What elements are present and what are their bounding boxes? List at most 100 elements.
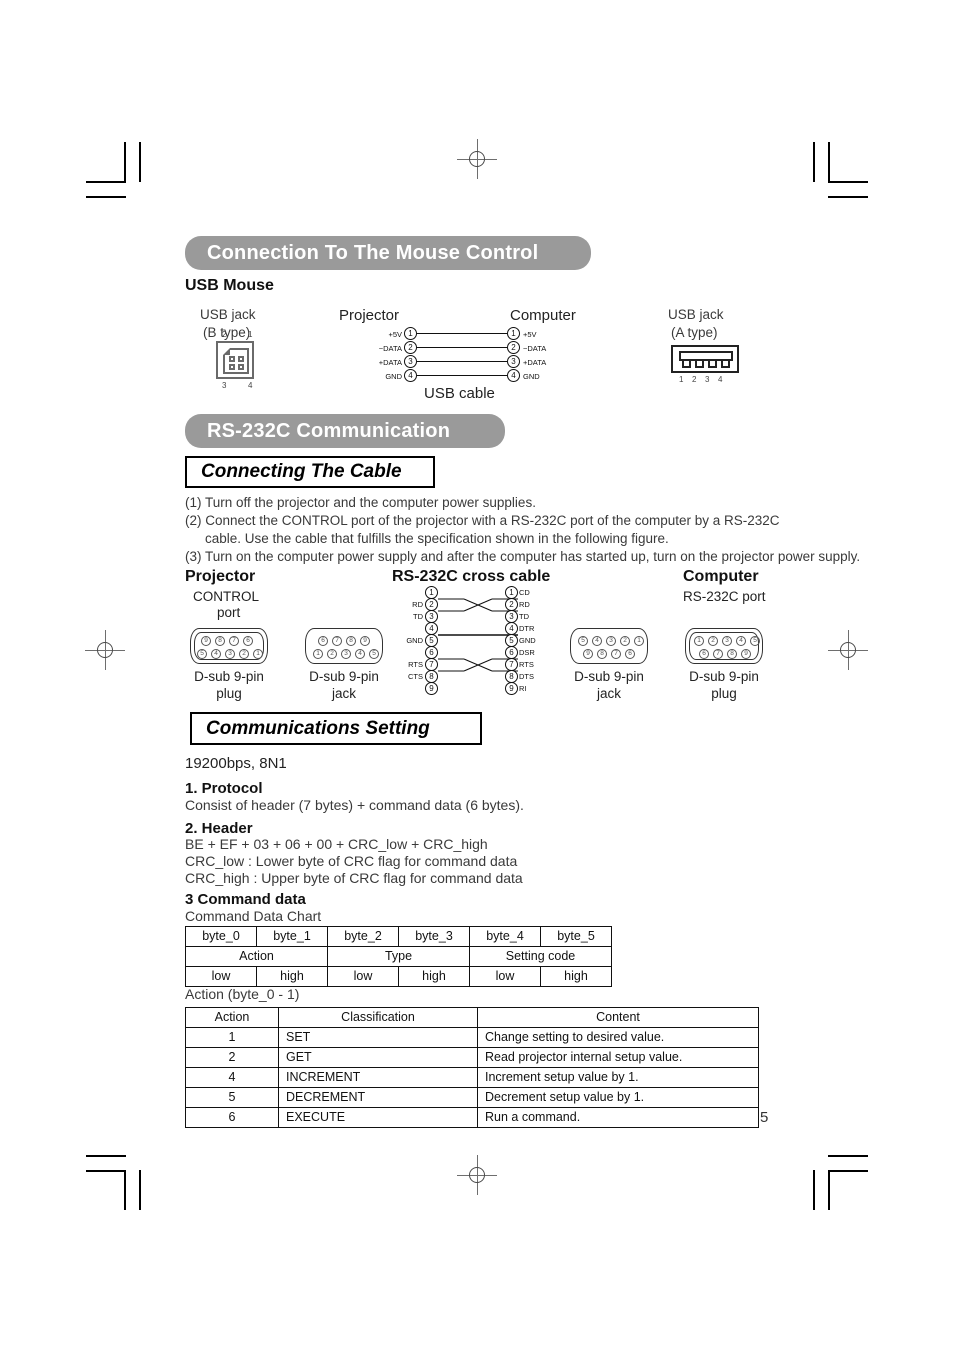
- usb-left-signal-3: +DATA: [378, 358, 402, 367]
- crop-mark-top-left-v: [124, 142, 126, 182]
- content-cell: Increment setup value by 1.: [477, 1067, 759, 1088]
- connecting-step-2: (2) Connect the CONTROL port of the proj…: [185, 513, 780, 528]
- table-row: 6 EXECUTE Run a command.: [185, 1107, 759, 1128]
- table-row: Action Type Setting code: [185, 946, 612, 967]
- action-table: Action Classification Content 1 SET Chan…: [185, 1007, 759, 1128]
- dsub-connector-3-caption: D-sub 9-pin jack: [556, 668, 662, 702]
- usb-jack-b-pin-2: 2: [222, 330, 227, 339]
- action-cell: 4: [185, 1067, 279, 1088]
- classification-cell: SET: [278, 1027, 478, 1048]
- crop-mark-bottom-right-h: [828, 1170, 868, 1172]
- chart-byte-cell: byte_2: [327, 926, 399, 947]
- crop-mark-bottom-right-v2: [813, 1170, 815, 1210]
- usb-jack-a-connector: [671, 345, 739, 373]
- chart-byte-cell: byte_4: [469, 926, 541, 947]
- dsub2-bottom-pin: 4: [355, 649, 365, 659]
- communications-setting-heading: Communications Setting: [190, 712, 482, 745]
- chart-byte-cell: byte_5: [540, 926, 612, 947]
- crop-mark-bottom-right-h2: [828, 1155, 868, 1157]
- classification-cell: GET: [278, 1047, 478, 1068]
- usb-jack-b-label-line2: (B type): [203, 325, 251, 340]
- dsub1-bottom-pin: 3: [225, 649, 235, 659]
- usb-left-pin-1: 1: [404, 327, 417, 340]
- dsub2-bottom-pin: 2: [327, 649, 337, 659]
- classification-cell: DECREMENT: [278, 1087, 478, 1108]
- crop-mark-top-left-h2: [86, 196, 126, 198]
- dsub3-top-pin: 1: [634, 636, 644, 646]
- dsub1-top-pin: 6: [243, 636, 253, 646]
- dsub4-top-pin: 1: [694, 636, 704, 646]
- chart-byte-cell: byte_0: [185, 926, 257, 947]
- dsub3-caption-line2: jack: [596, 686, 621, 701]
- header-heading: 2. Header: [185, 820, 253, 837]
- action-cell: 5: [185, 1087, 279, 1108]
- usb-right-device-label: Computer: [510, 307, 576, 324]
- table-row: byte_0 byte_1 byte_2 byte_3 byte_4 byte_…: [185, 926, 612, 947]
- dsub2-top-pin: 7: [332, 636, 342, 646]
- dsub4-top-pin: 3: [722, 636, 732, 646]
- dsub1-bottom-pin: 1: [253, 649, 263, 659]
- dsub4-top-pin: 4: [736, 636, 746, 646]
- dsub2-bottom-pin: 3: [341, 649, 351, 659]
- dsub3-top-pin: 3: [606, 636, 616, 646]
- chart-lowhigh-cell: low: [185, 966, 257, 987]
- usb-jack-b-pin-4: 4: [248, 381, 253, 390]
- baud-rate-line: 19200bps, 8N1: [185, 755, 287, 772]
- table-row: 1 SET Change setting to desired value.: [185, 1027, 759, 1048]
- cross-left-signal-8: CTS: [408, 672, 423, 681]
- usb-right-signal-1: +5V: [523, 330, 537, 339]
- table-row: 2 GET Read projector internal setup valu…: [185, 1047, 759, 1068]
- dsub3-bottom-pin: 6: [625, 649, 635, 659]
- classification-col-header: Classification: [278, 1007, 478, 1028]
- action-cell: 2: [185, 1047, 279, 1068]
- dsub2-caption-line2: jack: [331, 686, 356, 701]
- usb-jack-a-pin-1: 1: [679, 375, 684, 384]
- registration-mark-left: [85, 630, 125, 670]
- document-page: Connection To The Mouse Control USB Mous…: [0, 0, 954, 1351]
- usb-right-pin-2: 2: [507, 341, 520, 354]
- dsub4-bottom-pin: 6: [699, 649, 709, 659]
- rs232c-port-label: RS-232C port: [683, 589, 766, 604]
- usb-left-signal-1: +5V: [388, 330, 402, 339]
- chart-lowhigh-cell: high: [256, 966, 328, 987]
- command-data-chart-label: Command Data Chart: [185, 908, 322, 924]
- cross-left-signal-3: TD: [413, 612, 423, 621]
- dsub2-caption-line1: D-sub 9-pin: [309, 669, 379, 684]
- registration-mark-top: [457, 139, 497, 179]
- action-cell: 6: [185, 1107, 279, 1128]
- crop-mark-top-right-h2: [828, 196, 868, 198]
- header-line-1: BE + EF + 03 + 06 + 00 + CRC_low + CRC_h…: [185, 836, 488, 852]
- usb-right-pin-1: 1: [507, 327, 520, 340]
- content-cell: Read projector internal setup value.: [477, 1047, 759, 1068]
- usb-wire-2: [417, 347, 507, 348]
- crop-mark-top-right-h: [828, 181, 868, 183]
- classification-cell: INCREMENT: [278, 1067, 478, 1088]
- usb-jack-b-pin-1: 1: [248, 330, 253, 339]
- connecting-the-cable-heading: Connecting The Cable: [185, 456, 435, 488]
- crop-mark-bottom-left-h: [86, 1170, 126, 1172]
- dsub1-bottom-pin: 2: [239, 649, 249, 659]
- chart-group-cell: Action: [185, 946, 328, 967]
- header-line-3: CRC_high : Upper byte of CRC flag for co…: [185, 870, 523, 886]
- page-number: 5: [760, 1109, 769, 1126]
- dsub2-top-pin: 9: [360, 636, 370, 646]
- connecting-step-3: (3) Turn on the computer power supply an…: [185, 549, 861, 564]
- dsub-connector-computer-plug: 1 2 3 4 5 6 7 8 9: [685, 628, 763, 664]
- usb-jack-a-label-line2: (A type): [671, 325, 718, 340]
- usb-jack-b-connector: [216, 341, 254, 379]
- dsub1-top-pin: 7: [229, 636, 239, 646]
- crop-mark-bottom-left-v2: [139, 1170, 141, 1210]
- registration-mark-bottom: [457, 1155, 497, 1195]
- connecting-step-2-cont: cable. Use the cable that fulfills the s…: [205, 531, 669, 546]
- table-row: 5 DECREMENT Decrement setup value by 1.: [185, 1087, 759, 1108]
- chart-byte-cell: byte_3: [398, 926, 470, 947]
- control-port-label-line1: CONTROL: [193, 589, 260, 604]
- usb-wire-3: [417, 361, 507, 362]
- chart-byte-cell: byte_1: [256, 926, 328, 947]
- dsub4-bottom-pin: 8: [727, 649, 737, 659]
- dsub3-bottom-pin: 9: [583, 649, 593, 659]
- chart-lowhigh-cell: high: [540, 966, 612, 987]
- usb-jack-b-pin-3: 3: [222, 381, 227, 390]
- dsub-connector-cable-jack-right: 5 4 3 2 1 9 8 7 6: [570, 628, 648, 664]
- usb-jack-a-pin-3: 3: [705, 375, 710, 384]
